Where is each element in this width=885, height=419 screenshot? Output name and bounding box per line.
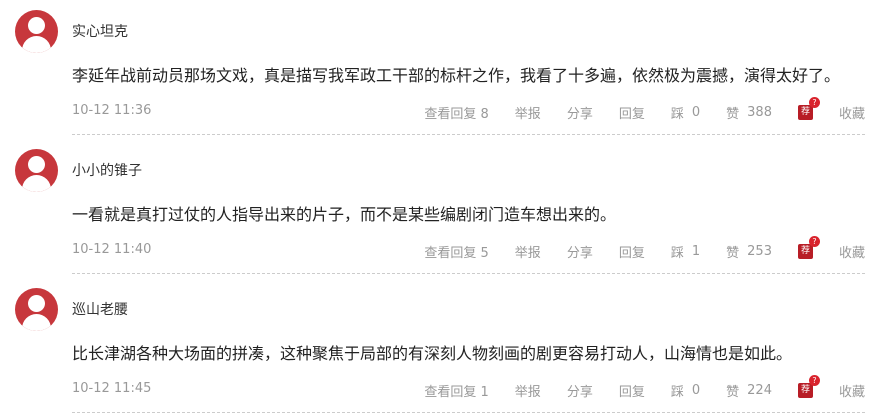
avatar-icon[interactable] xyxy=(15,288,58,331)
reply-link[interactable]: 回复 xyxy=(619,381,645,400)
comment-username[interactable]: 小小的锥子 xyxy=(72,161,142,181)
recommend-help-icon[interactable]: ? xyxy=(808,97,820,108)
share-link[interactable]: 分享 xyxy=(567,381,593,400)
view-replies-link[interactable]: 查看回复 8 xyxy=(424,103,488,122)
view-replies-link[interactable]: 查看回复 1 xyxy=(424,381,488,400)
like-label: 赞 xyxy=(726,246,740,261)
dislike-label: 踩 xyxy=(670,385,684,400)
reply-link[interactable]: 回复 xyxy=(619,103,645,122)
avatar-body-shape xyxy=(22,175,51,192)
recommend-icon[interactable]: 荐 ? xyxy=(797,375,820,398)
recommend-label: 荐 xyxy=(800,107,810,117)
like-button[interactable]: 赞 224 xyxy=(726,381,772,400)
reply-link[interactable]: 回复 xyxy=(619,242,645,261)
comment-time: 10-12 11:36 xyxy=(72,103,152,118)
recommend-icon[interactable]: 荐 ? xyxy=(797,97,820,120)
recommend-label: 荐 xyxy=(800,385,810,395)
comment-actions: 查看回复 8 举报 分享 回复 踩 0 赞 388 荐 ? 收藏 xyxy=(424,97,865,122)
recommend-label: 荐 xyxy=(800,246,810,256)
comment-username[interactable]: 实心坦克 xyxy=(72,22,128,42)
like-count: 253 xyxy=(747,244,772,259)
avatar-head-shape xyxy=(28,156,45,173)
avatar-body-shape xyxy=(22,36,51,53)
comment-meta: 10-12 11:36 查看回复 8 举报 分享 回复 踩 0 赞 388 荐 … xyxy=(0,97,885,124)
comment-meta: 10-12 11:45 查看回复 1 举报 分享 回复 踩 0 赞 224 荐 … xyxy=(0,375,885,402)
like-label: 赞 xyxy=(726,107,740,122)
comment-list: 实心坦克 李延年战前动员那场文戏，真是描写我军政工干部的标杆之作，我看了十多遍，… xyxy=(0,0,885,419)
like-button[interactable]: 赞 388 xyxy=(726,103,772,122)
comment-content: 一看就是真打过仗的人指导出来的片子，而不是某些编剧闭门造车想出来的。 xyxy=(72,205,617,224)
comment-content: 李延年战前动员那场文戏，真是描写我军政工干部的标杆之作，我看了十多遍，依然极为震… xyxy=(72,66,841,85)
like-label: 赞 xyxy=(726,385,740,400)
dislike-count: 0 xyxy=(691,383,701,398)
recommend-help-icon[interactable]: ? xyxy=(808,375,820,386)
report-link[interactable]: 举报 xyxy=(515,242,541,261)
favorite-link[interactable]: 收藏 xyxy=(839,242,865,261)
comment-divider xyxy=(72,134,865,135)
avatar-icon[interactable] xyxy=(15,149,58,192)
avatar-head-shape xyxy=(28,295,45,312)
like-count: 388 xyxy=(747,105,772,120)
comment-item: 实心坦克 李延年战前动员那场文戏，真是描写我军政工干部的标杆之作，我看了十多遍，… xyxy=(0,0,885,136)
like-button[interactable]: 赞 253 xyxy=(726,242,772,261)
share-link[interactable]: 分享 xyxy=(567,103,593,122)
report-link[interactable]: 举报 xyxy=(515,103,541,122)
comment-divider xyxy=(72,412,865,413)
dislike-count: 1 xyxy=(691,244,701,259)
comment-content: 比长津湖各种大场面的拼凑，这种聚焦于局部的有深刻人物刻画的剧更容易打动人，山海情… xyxy=(72,344,793,363)
like-count: 224 xyxy=(747,383,772,398)
comment-time: 10-12 11:45 xyxy=(72,381,152,396)
favorite-link[interactable]: 收藏 xyxy=(839,103,865,122)
view-replies-link[interactable]: 查看回复 5 xyxy=(424,242,488,261)
comment-username[interactable]: 巡山老腰 xyxy=(72,300,128,320)
dislike-label: 踩 xyxy=(670,107,684,122)
comment-actions: 查看回复 1 举报 分享 回复 踩 0 赞 224 荐 ? 收藏 xyxy=(424,375,865,400)
comment-divider xyxy=(72,273,865,274)
avatar-head-shape xyxy=(28,17,45,34)
recommend-help-icon[interactable]: ? xyxy=(808,236,820,247)
comment-item: 小小的锥子 一看就是真打过仗的人指导出来的片子，而不是某些编剧闭门造车想出来的。… xyxy=(0,139,885,275)
dislike-label: 踩 xyxy=(670,246,684,261)
dislike-button[interactable]: 踩 0 xyxy=(671,381,700,400)
share-link[interactable]: 分享 xyxy=(567,242,593,261)
comment-item: 巡山老腰 比长津湖各种大场面的拼凑，这种聚焦于局部的有深刻人物刻画的剧更容易打动… xyxy=(0,278,885,414)
favorite-link[interactable]: 收藏 xyxy=(839,381,865,400)
comment-time: 10-12 11:40 xyxy=(72,242,152,257)
avatar-icon[interactable] xyxy=(15,10,58,53)
dislike-button[interactable]: 踩 1 xyxy=(671,242,700,261)
avatar-body-shape xyxy=(22,314,51,331)
recommend-icon[interactable]: 荐 ? xyxy=(797,236,820,259)
dislike-count: 0 xyxy=(691,105,701,120)
dislike-button[interactable]: 踩 0 xyxy=(671,103,700,122)
report-link[interactable]: 举报 xyxy=(515,381,541,400)
comment-meta: 10-12 11:40 查看回复 5 举报 分享 回复 踩 1 赞 253 荐 … xyxy=(0,236,885,263)
comment-actions: 查看回复 5 举报 分享 回复 踩 1 赞 253 荐 ? 收藏 xyxy=(424,236,865,261)
